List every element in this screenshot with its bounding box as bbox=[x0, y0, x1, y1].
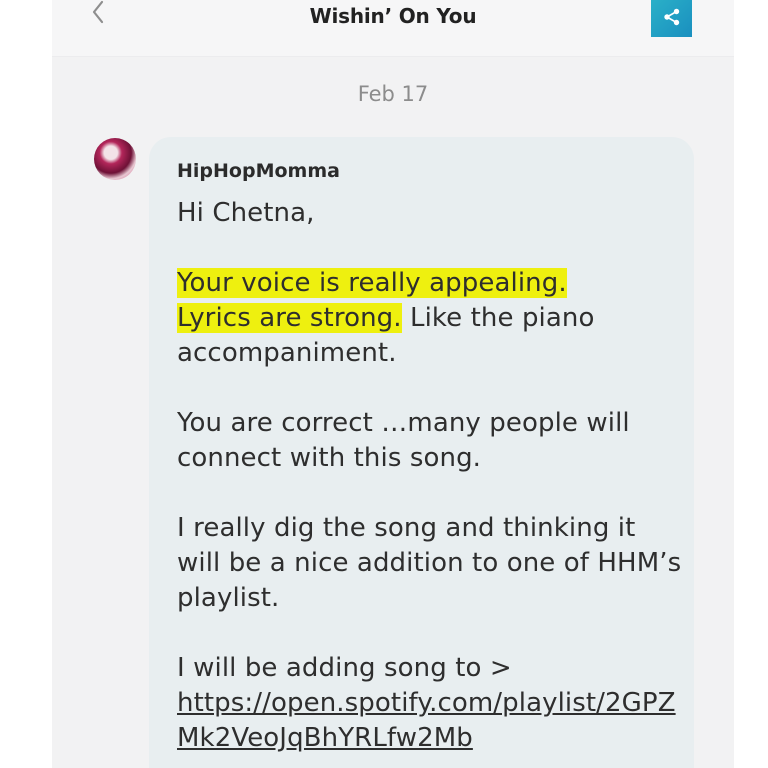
sender-name[interactable]: HipHopMomma bbox=[177, 160, 340, 182]
share-icon bbox=[664, 8, 680, 26]
greeting-text: Hi Chetna, bbox=[177, 198, 315, 228]
highlighted-text-1: Your voice is really appealing. bbox=[177, 268, 567, 298]
paragraph-2: You are correct …many people will connec… bbox=[177, 408, 630, 473]
paragraph-1: Your voice is really appealing. Lyrics ar… bbox=[177, 266, 687, 371]
page-title: Wishin’ On You bbox=[309, 4, 477, 28]
chat-screen: Wishin’ On You Feb 17 HipHopMomma Hi Che… bbox=[52, 0, 734, 768]
paragraph-3: I really dig the song and thinking it wi… bbox=[177, 513, 682, 613]
paragraph-4: I will be adding song to > bbox=[177, 653, 512, 683]
top-bar: Wishin’ On You bbox=[52, 0, 734, 57]
message-bubble: HipHopMomma Hi Chetna, Your voice is rea… bbox=[149, 137, 694, 768]
playlist-link[interactable]: https://open.spotify.com/playlist/2GPZMk… bbox=[177, 688, 676, 753]
share-button[interactable] bbox=[651, 0, 692, 37]
highlighted-text-2: Lyrics are strong. bbox=[177, 303, 402, 333]
avatar[interactable] bbox=[94, 138, 136, 180]
date-divider: Feb 17 bbox=[357, 82, 429, 106]
message-body: Hi Chetna, Your voice is really appealin… bbox=[177, 196, 687, 756]
